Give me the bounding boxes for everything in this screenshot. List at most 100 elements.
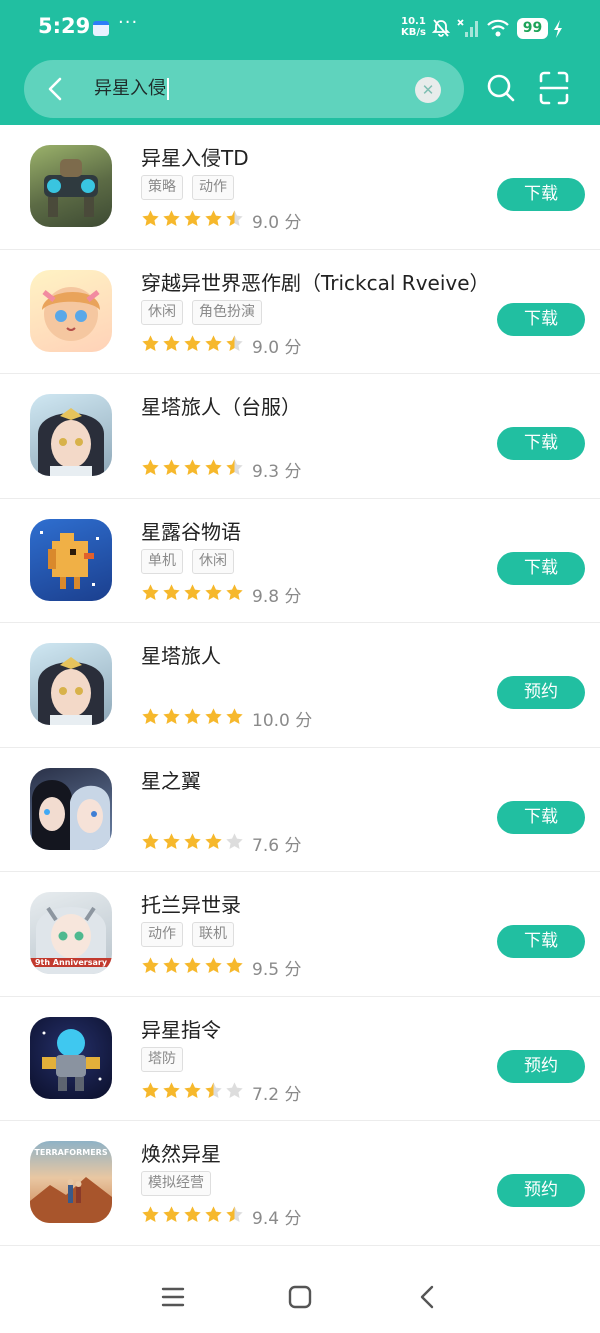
pixel-chicken-icon[interactable] [30,518,112,601]
tag-list: 单机 休闲 [141,548,234,574]
star-icon [226,1206,243,1222]
category-tag[interactable]: 策略 [141,175,183,200]
scan-icon[interactable] [539,71,569,105]
network-speed-unit: KB/s [401,27,426,38]
category-tag[interactable]: 塔防 [141,1046,183,1072]
result-row[interactable]: 异星入侵TD 策略 动作 9.0 分 下载 [0,125,600,250]
star-icon [184,1081,201,1098]
rating-score: 7.2 分 [252,1084,302,1105]
desert-explorers-icon[interactable]: TERRAFORMERS [30,1141,112,1223]
robot-soldier-icon[interactable] [30,1016,112,1099]
anime-character-icon[interactable] [30,643,112,725]
search-icon[interactable] [486,71,516,105]
text-cursor [167,78,169,100]
download-button[interactable]: 下载 [497,800,585,834]
tag-list: 策略 动作 [141,175,234,200]
category-tag[interactable]: 休闲 [141,299,183,325]
search-bar[interactable]: 异星入侵 ✕ [24,60,464,118]
reserve-button[interactable]: 预约 [497,676,585,709]
star-rating [141,583,244,602]
rating-score: 9.4 分 [252,1209,302,1229]
star-icon [226,459,243,475]
result-row[interactable]: 异星指令塔防 7.2 分 预约 [0,997,600,1121]
download-button[interactable]: 下载 [497,178,585,211]
app-title[interactable]: 星之翼 [141,765,201,794]
rating-score: 9.3 分 [252,462,302,482]
star-icon [184,1206,201,1222]
category-tag[interactable]: 动作 [141,922,183,947]
download-button[interactable]: 下载 [497,551,585,585]
star-icon [226,708,243,724]
star-icon [226,957,243,973]
back-icon[interactable] [415,1284,441,1310]
status-time: 5:29 [38,14,91,38]
result-row[interactable]: 星塔旅人（台服） 9.3 分 下载 [0,374,600,499]
download-button[interactable]: 下载 [497,925,585,958]
star-icon [226,210,243,226]
star-icon [142,459,159,475]
category-tag[interactable]: 联机 [192,922,234,947]
tag-list: 动作 联机 [141,922,234,947]
category-tag[interactable]: 休闲 [192,548,234,574]
reserve-button[interactable]: 预约 [497,1174,585,1207]
result-row[interactable]: 9th Anniversary 托兰异世录动作 联机 9.5 分 下载 [0,872,600,997]
tag-list: 模拟经营 [141,1171,211,1196]
category-tag[interactable]: 角色扮演 [192,299,262,325]
app-title[interactable]: 星塔旅人（台服） [141,391,301,420]
download-button[interactable]: 下载 [497,427,585,460]
star-icon [163,708,180,724]
icon-badge-text: 9th Anniversary [30,958,112,967]
anime-character-icon[interactable] [30,394,112,476]
category-tag[interactable]: 动作 [192,175,234,200]
star-icon [142,583,159,600]
app-title[interactable]: 异星入侵TD [141,142,249,171]
star-icon [184,334,201,351]
star-rating [141,956,244,975]
tag-list: 休闲 角色扮演 [141,299,262,325]
back-arrow-icon[interactable] [42,75,70,103]
tag-list: 塔防 [141,1046,183,1072]
star-icon [205,1206,222,1222]
app-title[interactable]: 穿越异世界恶作剧（Trickcal Rveive） [141,267,490,296]
download-button[interactable]: 下载 [497,302,585,336]
star-icon [163,583,180,600]
star-icon [226,583,243,600]
rating-score: 9.0 分 [252,213,302,233]
star-icon [142,708,159,724]
result-row[interactable]: 星之翼 7.6 分 下载 [0,748,600,872]
star-icon [205,210,222,226]
rating-score: 9.5 分 [252,960,302,980]
mech-turret-icon[interactable] [30,145,112,227]
result-row[interactable]: TERRAFORMERS 焕然异星模拟经营 9.4 分 预约 [0,1121,600,1246]
category-tag[interactable]: 单机 [141,548,183,574]
app-title[interactable]: 焕然异星 [141,1138,221,1167]
search-input[interactable]: 异星入侵 [94,75,169,103]
clear-search-button[interactable]: ✕ [415,77,441,103]
icon-badge-text: TERRAFORMERS [34,1148,108,1157]
anime-girl-icon[interactable] [30,269,112,352]
app-title[interactable]: 星露谷物语 [141,516,241,545]
menu-icon[interactable] [160,1284,186,1310]
star-icon [184,832,201,849]
star-icon [205,957,222,973]
star-icon [142,210,159,226]
home-icon[interactable] [287,1284,313,1310]
star-icon [226,1081,243,1098]
charging-icon [554,20,562,38]
app-title[interactable]: 托兰异世录 [141,889,241,918]
result-row[interactable]: 星露谷物语 单机 休闲 9.8 分 下载 [0,499,600,623]
star-rating [141,334,244,353]
star-icon [142,1081,159,1098]
anniversary-girl-icon[interactable]: 9th Anniversary [30,892,112,974]
app-title[interactable]: 异星指令 [141,1014,221,1043]
app-title[interactable]: 星塔旅人 [141,640,221,669]
star-icon [205,1081,222,1098]
result-row[interactable]: 星塔旅人 10.0 分 预约 [0,623,600,748]
star-icon [205,459,222,475]
result-row[interactable]: 穿越异世界恶作剧（Trickcal Rveive） 休闲 角色扮演 9.0 分 下载 [0,250,600,374]
category-tag[interactable]: 模拟经营 [141,1171,211,1196]
anime-duo-icon[interactable] [30,767,112,850]
star-icon [163,1081,180,1098]
reserve-button[interactable]: 预约 [497,1049,585,1083]
star-rating [141,1205,244,1224]
